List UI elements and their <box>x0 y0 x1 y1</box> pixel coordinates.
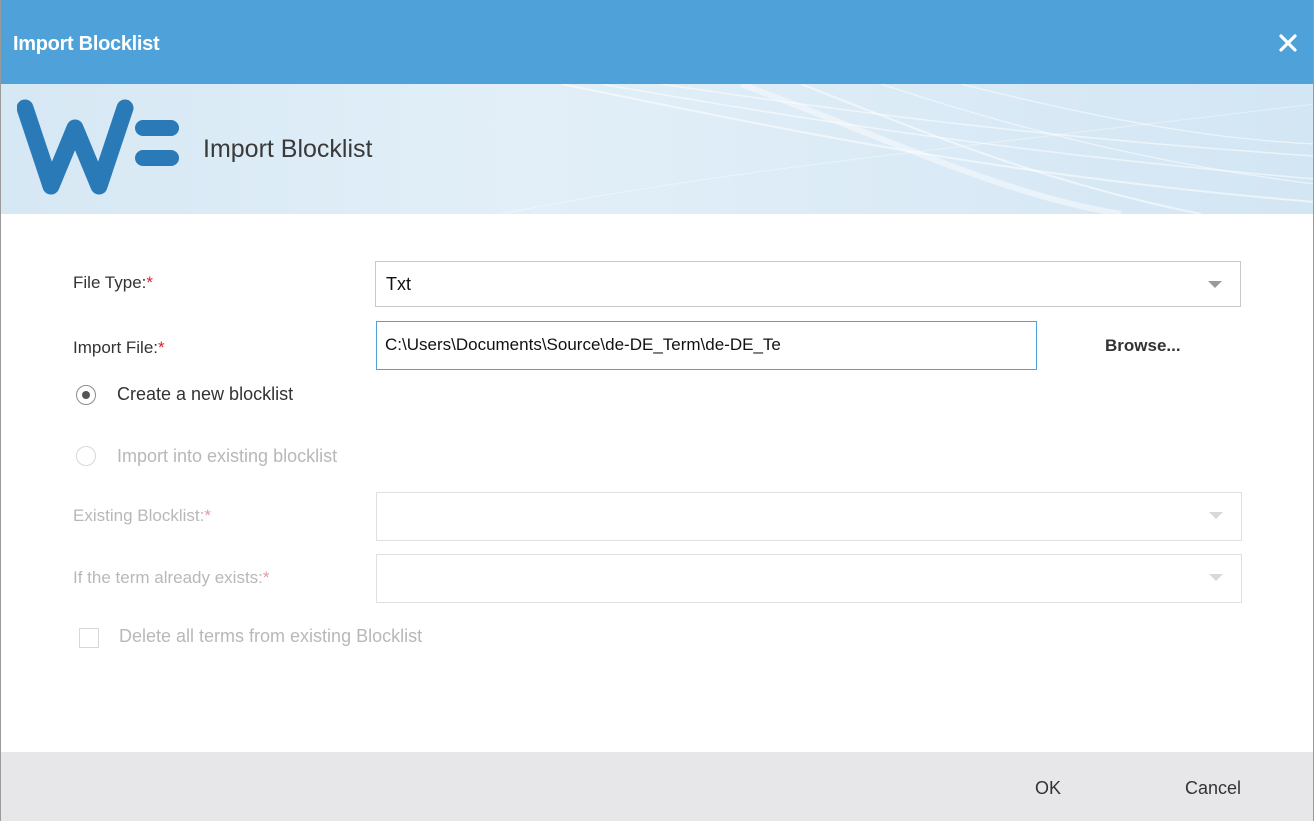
close-icon[interactable] <box>1275 30 1301 56</box>
dialog-footer: OK Cancel <box>1 752 1313 821</box>
dialog-title: Import Blocklist <box>13 33 160 55</box>
existing-blocklist-label: Existing Blocklist:* <box>73 506 211 525</box>
banner-decoration <box>500 84 1313 214</box>
import-existing-label: Import into existing blocklist <box>117 446 338 466</box>
term-exists-label: If the term already exists:* <box>73 568 270 587</box>
term-exists-select[interactable] <box>376 554 1242 603</box>
wf-logo-icon <box>16 98 187 203</box>
chevron-down-icon <box>1209 512 1223 519</box>
chevron-down-icon <box>1209 574 1223 581</box>
import-existing-radio[interactable] <box>76 446 96 466</box>
file-type-value: Txt <box>386 274 411 294</box>
required-mark: * <box>204 506 211 525</box>
banner-heading: Import Blocklist <box>203 135 373 163</box>
required-mark: * <box>262 568 270 587</box>
required-mark: * <box>158 338 165 357</box>
create-new-radio[interactable] <box>76 385 96 405</box>
import-file-input[interactable]: C:\Users\Documents\Source\de-DE_Term\de-… <box>376 321 1037 370</box>
import-file-label: Import File:* <box>73 338 165 357</box>
file-type-label: File Type:* <box>73 273 154 292</box>
dialog-banner: Import Blocklist <box>1 84 1313 214</box>
ok-button[interactable]: OK <box>1035 778 1061 799</box>
import-blocklist-dialog: Import Blocklist Import Blocklist File T… <box>0 0 1314 821</box>
file-type-select[interactable]: Txt <box>375 261 1241 307</box>
cancel-button[interactable]: Cancel <box>1185 778 1241 799</box>
create-new-label: Create a new blocklist <box>117 384 294 404</box>
delete-all-label: Delete all terms from existing Blocklist <box>119 626 423 646</box>
dialog-titlebar: Import Blocklist <box>1 0 1313 84</box>
radio-selected-dot <box>82 391 90 399</box>
required-mark: * <box>146 273 154 292</box>
browse-button[interactable]: Browse... <box>1105 336 1181 356</box>
delete-all-checkbox[interactable] <box>79 628 99 648</box>
existing-blocklist-select[interactable] <box>376 492 1242 541</box>
chevron-down-icon <box>1208 281 1222 288</box>
